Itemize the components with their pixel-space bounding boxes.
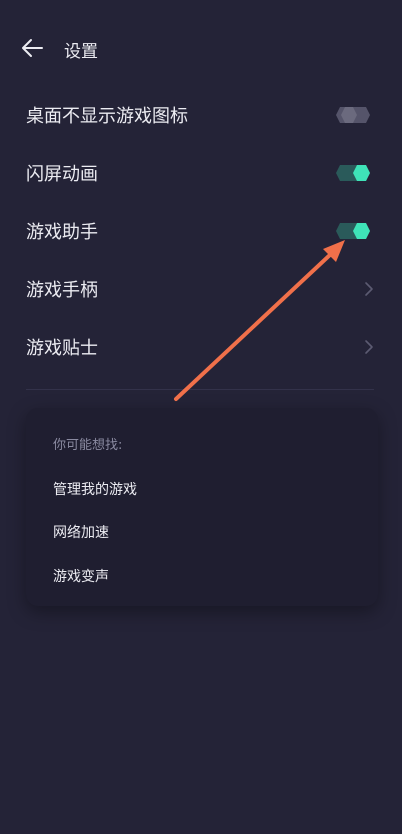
setting-row-hide-desktop-icon: 桌面不显示游戏图标 — [0, 86, 402, 144]
divider — [26, 389, 374, 390]
chevron-right-icon — [364, 281, 374, 297]
suggestions-card: 你可能想找: 管理我的游戏 网络加速 游戏变声 — [26, 408, 378, 606]
setting-row-game-tips[interactable]: 游戏贴士 — [0, 318, 402, 376]
chevron-right-icon — [364, 339, 374, 355]
setting-label-hide-desktop-icon: 桌面不显示游戏图标 — [26, 106, 188, 127]
arrow-left-icon — [22, 39, 43, 57]
suggestions-title: 你可能想找: — [53, 438, 123, 453]
setting-label-game-assistant: 游戏助手 — [26, 222, 98, 243]
splash-animation-toggle[interactable] — [336, 164, 374, 182]
setting-label-splash-animation: 闪屏动画 — [26, 164, 98, 185]
header: 设置 — [0, 28, 402, 68]
back-button[interactable] — [18, 34, 48, 62]
setting-row-game-assistant: 游戏助手 — [0, 202, 402, 260]
suggestion-item-manage-games[interactable]: 管理我的游戏 — [53, 479, 137, 499]
suggestion-item-voice-changer[interactable]: 游戏变声 — [53, 566, 109, 586]
setting-row-splash-animation: 闪屏动画 — [0, 144, 402, 202]
suggestion-item-network-boost[interactable]: 网络加速 — [53, 522, 109, 542]
settings-screen: 设置 桌面不显示游戏图标 闪屏动画 游戏助手 游戏手柄 游戏贴士 你可能想找: … — [0, 0, 402, 834]
setting-label-gamepad: 游戏手柄 — [26, 280, 98, 301]
page-title: 设置 — [64, 42, 98, 62]
game-assistant-toggle[interactable] — [336, 222, 374, 240]
setting-row-gamepad[interactable]: 游戏手柄 — [0, 260, 402, 318]
hide-desktop-icon-toggle[interactable] — [336, 106, 374, 124]
setting-label-game-tips: 游戏贴士 — [26, 338, 98, 359]
